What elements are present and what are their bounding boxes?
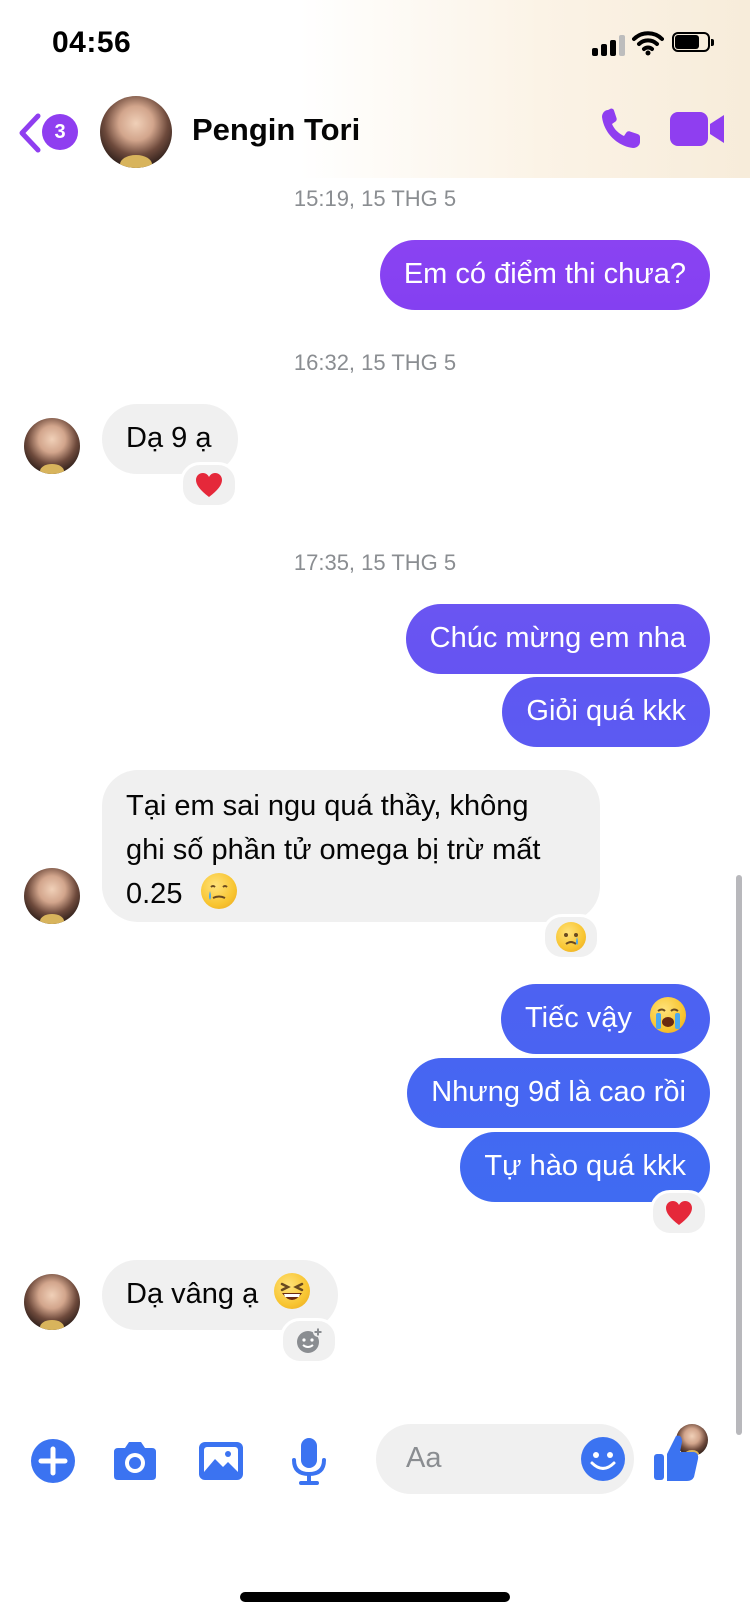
outgoing-message[interactable]: Giỏi quá kkk xyxy=(502,677,710,747)
outgoing-message[interactable]: Nhưng 9đ là cao rồi xyxy=(407,1058,710,1128)
heart-icon xyxy=(196,473,222,497)
message-timestamp: 15:19, 15 THG 5 xyxy=(293,186,457,211)
contact-name[interactable]: Pengin Tori xyxy=(192,112,360,148)
message-text: Tự hào quá kkk xyxy=(484,1150,686,1182)
heart-icon xyxy=(666,1201,692,1225)
message-line: Tại em sai ngu quá thầy, không xyxy=(126,790,529,822)
status-bar: 04:56 xyxy=(0,0,750,90)
conversation-header: 3 Pengin Tori xyxy=(0,90,750,178)
plus-circle-icon[interactable] xyxy=(28,1436,78,1486)
message-text: Dạ vâng ạ xyxy=(126,1278,259,1310)
message-text: Em có điểm thi chưa? xyxy=(403,258,686,290)
outgoing-message[interactable]: Tiếc vậy xyxy=(501,984,710,1054)
grinning-squinting-face-icon xyxy=(274,1273,311,1309)
message-text: Dạ 9 ạ xyxy=(126,422,212,454)
scrollbar[interactable] xyxy=(736,875,742,1435)
incoming-message[interactable]: Tại em sai ngu quá thầy, không ghi số ph… xyxy=(102,770,600,922)
add-reaction-icon xyxy=(297,1327,323,1353)
message-line: 0.25 xyxy=(126,872,576,916)
heart-reaction[interactable] xyxy=(180,462,238,508)
image-icon[interactable] xyxy=(196,1436,246,1486)
status-time: 04:56 xyxy=(52,26,132,59)
message-text: Chúc mừng em nha xyxy=(429,622,686,654)
message-timestamp: 17:35, 15 THG 5 xyxy=(293,550,457,575)
sender-avatar[interactable] xyxy=(24,1274,80,1330)
heart-reaction[interactable] xyxy=(650,1190,708,1236)
unread-count-badge: 3 xyxy=(42,114,78,150)
back-button[interactable]: 3 xyxy=(16,110,86,156)
contact-avatar[interactable] xyxy=(100,96,172,168)
wifi-icon xyxy=(632,31,664,56)
add-reaction-button[interactable] xyxy=(280,1318,338,1364)
tear-smile-emoji-icon xyxy=(200,873,237,909)
phone-call-icon[interactable] xyxy=(598,106,644,152)
message-input-placeholder: Aa xyxy=(406,1442,442,1474)
message-text: Nhưng 9đ là cao rồi xyxy=(431,1076,686,1108)
message-timestamp: 16:32, 15 THG 5 xyxy=(293,350,457,375)
message-composer: Aa xyxy=(0,1420,750,1510)
outgoing-message[interactable]: Em có điểm thi chưa? xyxy=(379,240,710,310)
camera-icon[interactable] xyxy=(110,1436,160,1486)
crying-face-reaction[interactable] xyxy=(542,914,600,960)
sender-avatar[interactable] xyxy=(24,868,80,924)
home-indicator xyxy=(240,1592,510,1602)
message-text: Giỏi quá kkk xyxy=(526,695,686,727)
outgoing-message[interactable]: Chúc mừng em nha xyxy=(405,604,710,674)
thumbs-up-icon[interactable] xyxy=(652,1432,700,1484)
message-input[interactable]: Aa xyxy=(376,1424,634,1494)
message-text: Tiếc vậy xyxy=(525,1002,632,1034)
sender-avatar[interactable] xyxy=(24,418,80,474)
crying-face-icon xyxy=(556,922,586,952)
message-line: ghi số phần tử omega bị trừ mất xyxy=(126,834,541,866)
video-call-icon[interactable] xyxy=(670,110,726,148)
battery-icon xyxy=(672,32,716,54)
cellular-signal-icon xyxy=(592,34,628,56)
microphone-icon[interactable] xyxy=(284,1436,334,1486)
emoji-icon[interactable] xyxy=(580,1436,626,1482)
loudly-crying-face-icon xyxy=(650,997,686,1033)
